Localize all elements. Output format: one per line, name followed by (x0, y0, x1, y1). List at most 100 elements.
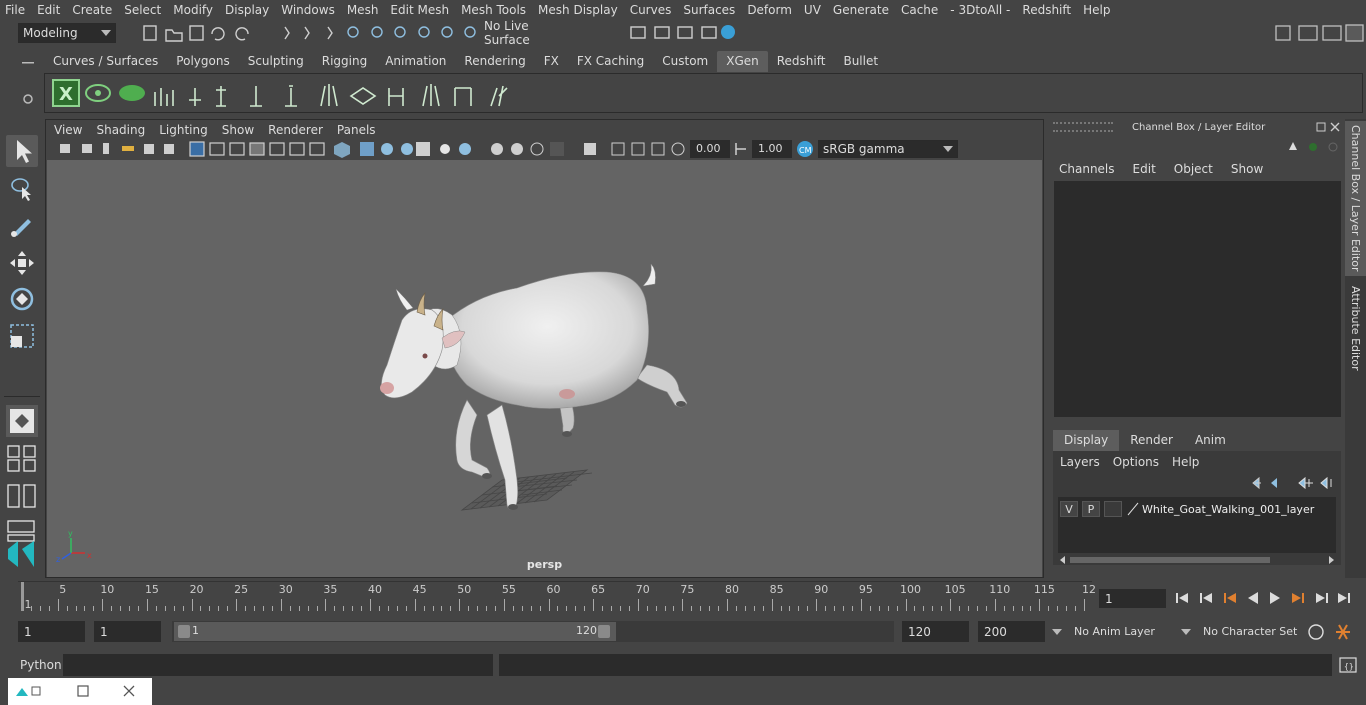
playback-start-field[interactable]: 1 (94, 621, 161, 642)
menu-deform[interactable]: Deform (742, 3, 799, 17)
status-line-icons[interactable] (128, 22, 1366, 44)
range-slider-bar[interactable] (174, 622, 616, 641)
xgen-shelf-icons[interactable]: X (51, 78, 521, 110)
layer-tab-display[interactable]: Display (1053, 430, 1120, 451)
minimized-window[interactable] (8, 678, 152, 705)
tab-fx[interactable]: FX (535, 51, 568, 72)
tab-rendering[interactable]: Rendering (455, 51, 534, 72)
tab-rigging[interactable]: Rigging (313, 51, 376, 72)
layer-type-toggle[interactable] (1104, 501, 1122, 517)
tab-attribute-editor[interactable]: Attribute Editor (1345, 281, 1366, 376)
layer-action-icons[interactable] (1247, 475, 1337, 491)
horizontal-scrollbar[interactable] (1058, 555, 1336, 565)
range-start-handle[interactable] (178, 625, 190, 638)
channel-box-menu-show[interactable]: Show (1221, 159, 1271, 179)
scroll-arrows[interactable] (1058, 555, 1336, 565)
tab-bullet[interactable]: Bullet (834, 51, 887, 72)
menu-redshift[interactable]: Redshift (1017, 3, 1078, 17)
menu-edit-mesh[interactable]: Edit Mesh (385, 3, 456, 17)
layer-menu-layers[interactable]: Layers (1053, 453, 1106, 471)
menu-help[interactable]: Help (1078, 3, 1117, 17)
menu-modify[interactable]: Modify (168, 3, 220, 17)
select-tool[interactable] (6, 135, 38, 167)
color-management-icon[interactable]: CM (792, 139, 818, 159)
3d-viewport[interactable]: x y z persp (47, 160, 1042, 577)
command-input[interactable] (63, 654, 493, 676)
channel-list[interactable] (1054, 181, 1341, 417)
anim-layer-dropdown[interactable]: No Anim Layer (1050, 621, 1164, 642)
panel-grip[interactable] (1053, 122, 1113, 132)
tab-curves-surfaces[interactable]: Curves / Surfaces (44, 51, 167, 72)
range-slider[interactable]: 1 120 (172, 621, 894, 642)
script-editor-icon[interactable]: {} (1338, 656, 1358, 674)
menu-mesh-tools[interactable]: Mesh Tools (456, 3, 533, 17)
menu-3dtoall[interactable]: - 3DtoAll - (945, 3, 1017, 17)
viewport-menu-renderer[interactable]: Renderer (260, 123, 329, 137)
gamma-field[interactable]: 1.00 (752, 140, 792, 158)
time-slider[interactable]: 1 5 10 15 20 25 30 35 40 45 50 55 60 65 70 75 80 85 90 95 10… (18, 581, 1096, 611)
menu-mesh[interactable]: Mesh (342, 3, 386, 17)
current-frame-field[interactable]: 1 (1099, 589, 1166, 608)
range-extra-icons[interactable] (1305, 621, 1361, 643)
menu-create[interactable]: Create (67, 3, 119, 17)
tab-sculpting[interactable]: Sculpting (239, 51, 313, 72)
tab-custom[interactable]: Custom (653, 51, 717, 72)
menu-mesh-display[interactable]: Mesh Display (533, 3, 625, 17)
tab-fx-caching[interactable]: FX Caching (568, 51, 653, 72)
tab-animation[interactable]: Animation (376, 51, 455, 72)
menu-curves[interactable]: Curves (625, 3, 679, 17)
layer-row[interactable]: V P White_Goat_Walking_001_layer (1060, 500, 1336, 518)
menu-select[interactable]: Select (119, 3, 168, 17)
tab-polygons[interactable]: Polygons (167, 51, 238, 72)
layer-tab-anim[interactable]: Anim (1184, 430, 1237, 451)
move-tool[interactable] (6, 247, 38, 279)
viewport-menu-lighting[interactable]: Lighting (151, 123, 214, 137)
playback-controls[interactable] (1172, 587, 1358, 609)
viewport-menu-view[interactable]: View (46, 123, 88, 137)
channel-box-toggles[interactable] (1285, 139, 1345, 155)
layer-menu-options[interactable]: Options (1106, 453, 1165, 471)
mode-dropdown[interactable]: Modeling (18, 23, 116, 43)
layer-menu-help[interactable]: Help (1165, 453, 1205, 471)
paint-select-tool[interactable] (6, 209, 38, 241)
channel-box-menu-channels[interactable]: Channels (1049, 159, 1123, 179)
viewport-menu-panels[interactable]: Panels (329, 123, 382, 137)
layer-color-icon[interactable] (1126, 501, 1140, 517)
single-perspective-layout[interactable] (6, 405, 38, 437)
menu-surfaces[interactable]: Surfaces (678, 3, 742, 17)
color-space-dropdown[interactable]: sRGB gamma (818, 140, 958, 158)
menu-generate[interactable]: Generate (828, 3, 896, 17)
menu-file[interactable]: File (0, 3, 32, 17)
menu-display[interactable]: Display (220, 3, 276, 17)
start-time-field[interactable]: 1 (18, 621, 85, 642)
menu-uv[interactable]: UV (799, 3, 828, 17)
command-language-label[interactable]: Python (20, 658, 62, 672)
panel-controls[interactable] (1315, 121, 1343, 133)
range-end-handle[interactable] (598, 625, 610, 638)
tab-channel-box[interactable]: Channel Box / Layer Editor (1345, 121, 1366, 276)
scale-tool[interactable] (6, 320, 38, 352)
window-controls[interactable] (8, 678, 152, 705)
menu-windows[interactable]: Windows (276, 3, 342, 17)
layer-playback-toggle[interactable]: P (1082, 501, 1100, 517)
playback-end-field[interactable]: 120 (902, 621, 969, 642)
layer-tab-render[interactable]: Render (1119, 430, 1184, 451)
current-time-indicator[interactable] (21, 582, 24, 611)
live-surface-field[interactable]: No Live Surface (480, 19, 578, 47)
channel-box-menu-edit[interactable]: Edit (1123, 159, 1164, 179)
exposure-field[interactable]: 0.00 (690, 140, 730, 158)
menu-cache[interactable]: Cache (896, 3, 945, 17)
end-time-field[interactable]: 200 (978, 621, 1045, 642)
layer-visibility-toggle[interactable]: V (1060, 501, 1078, 517)
viewport-menu-show[interactable]: Show (214, 123, 260, 137)
viewport-menu-shading[interactable]: Shading (88, 123, 151, 137)
lasso-tool[interactable] (6, 173, 38, 205)
tab-redshift[interactable]: Redshift (768, 51, 835, 72)
shelf-menu-icons[interactable] (18, 52, 40, 112)
rotate-tool[interactable] (6, 283, 38, 315)
viewport-toolbar-icons[interactable] (46, 139, 686, 159)
layout-icons[interactable] (6, 443, 38, 573)
tab-xgen[interactable]: XGen (717, 51, 768, 72)
menu-edit[interactable]: Edit (32, 3, 67, 17)
character-set-dropdown[interactable]: No Character Set (1179, 621, 1299, 642)
